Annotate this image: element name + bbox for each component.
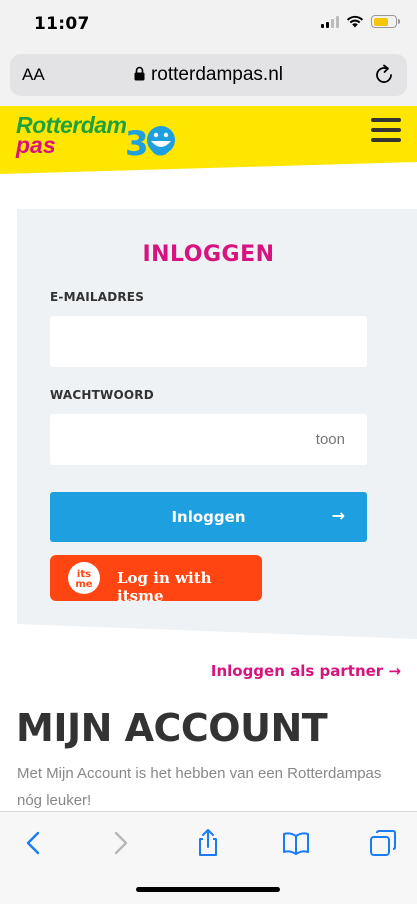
lock-icon — [134, 66, 145, 81]
share-icon[interactable] — [193, 828, 223, 858]
arrow-right-icon: → — [331, 506, 345, 525]
login-button-label: Inloggen — [171, 508, 246, 526]
url-display[interactable]: rotterdampas.nl — [10, 64, 407, 86]
bookmarks-icon[interactable] — [281, 828, 311, 858]
status-bar: 11:07 — [0, 0, 417, 50]
menu-icon[interactable] — [371, 118, 401, 142]
email-label: E-MAILADRES — [50, 290, 145, 304]
show-password-toggle[interactable]: toon — [316, 431, 345, 448]
itsme-logo-me: me — [75, 579, 92, 590]
logo-30-smiley-icon: 30 — [125, 124, 175, 162]
email-field[interactable] — [50, 316, 367, 367]
url-text: rotterdampas.nl — [150, 64, 283, 85]
signal-icon — [321, 15, 339, 28]
password-field[interactable]: toon — [50, 414, 367, 465]
account-description: Met Mijn Account is het hebben van een R… — [17, 765, 382, 809]
itsme-button-label: Log in with itsme — [117, 569, 212, 605]
battery-icon — [371, 15, 400, 28]
browser-address-area: AA rotterdampas.nl — [0, 50, 417, 106]
status-icons — [321, 15, 400, 28]
password-label: WACHTWOORD — [50, 388, 154, 402]
account-title: MIJN ACCOUNT — [16, 706, 328, 750]
logo-word-pas: pas — [16, 132, 56, 158]
itsme-login-button[interactable]: its me Log in with itsme — [50, 555, 262, 605]
address-bar[interactable]: AA rotterdampas.nl — [10, 54, 407, 96]
status-time: 11:07 — [34, 14, 90, 34]
home-indicator — [136, 887, 280, 892]
battery-level — [373, 17, 389, 26]
reload-icon[interactable] — [373, 64, 395, 86]
forward-icon[interactable] — [105, 828, 135, 858]
login-panel: INLOGGEN E-MAILADRES WACHTWOORD toon Inl… — [17, 209, 417, 639]
login-title: INLOGGEN — [142, 242, 275, 267]
site-header: Rotterdam pas 30 — [0, 106, 417, 176]
itsme-logo-icon: its me — [68, 562, 100, 594]
rotterdampas-logo[interactable]: Rotterdam pas 30 — [16, 114, 175, 162]
login-button[interactable]: Inloggen → — [50, 492, 367, 542]
tabs-icon[interactable] — [368, 828, 398, 858]
wifi-icon — [346, 15, 364, 28]
partner-login-link[interactable]: Inloggen als partner → — [211, 662, 401, 680]
back-icon[interactable] — [19, 828, 49, 858]
